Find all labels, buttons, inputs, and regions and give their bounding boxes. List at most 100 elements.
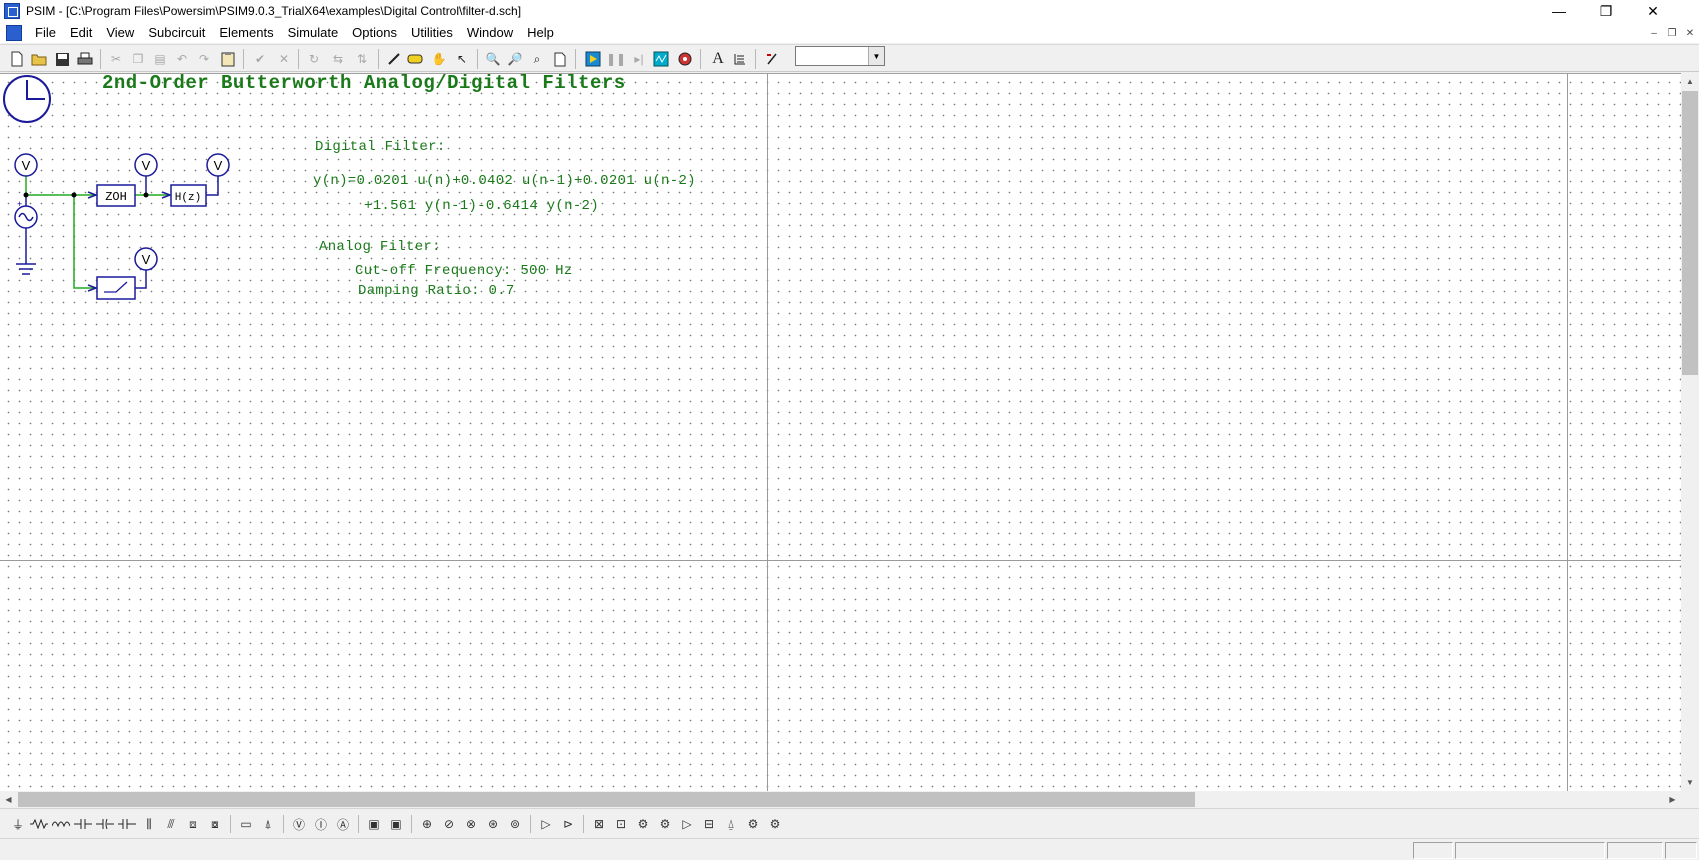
simview-icon[interactable] (651, 49, 671, 69)
paste-icon[interactable]: ▤ (150, 49, 170, 69)
label-tool-icon[interactable] (405, 49, 425, 69)
capacitor-element-icon[interactable] (73, 814, 93, 834)
wire-tool-icon[interactable] (384, 49, 404, 69)
print-icon[interactable] (75, 49, 95, 69)
resistor-element-icon[interactable] (29, 814, 49, 834)
analog-filter-label[interactable]: Analog Filter: (319, 239, 441, 255)
copy-icon[interactable]: ❐ (128, 49, 148, 69)
transformer-element-icon[interactable]: ⫼ (139, 814, 159, 834)
pan-hand-icon[interactable]: ✋ (429, 49, 449, 69)
voltage-probe-input[interactable]: V (14, 153, 38, 177)
gain-block-icon[interactable]: ▷ (677, 814, 697, 834)
zoom-area-icon[interactable]: ⌕ (527, 49, 547, 69)
horizontal-scroll-thumb[interactable] (18, 792, 1195, 807)
digital-filter-block[interactable]: H(z) (170, 184, 207, 207)
horizontal-scrollbar[interactable]: ◀ ▶ (0, 791, 1681, 808)
label-block-icon[interactable]: ⍙ (721, 814, 741, 834)
analog-cutoff-frequency[interactable]: Cut-off Frequency: 500 Hz (355, 263, 573, 279)
ammeter-element-icon[interactable]: Ⓐ (333, 814, 353, 834)
limiter-block-icon[interactable]: ⊟ (699, 814, 719, 834)
menu-edit[interactable]: Edit (63, 22, 99, 43)
doc-minimize-button[interactable]: – (1646, 26, 1662, 40)
document-icon[interactable] (6, 24, 22, 41)
multi-winding-transformer-icon[interactable]: ⧇ (205, 814, 225, 834)
schematic-canvas[interactable]: + ZOH H(z) V V V V 2nd-Order Butterworth… (0, 73, 1681, 791)
digital-filter-equation-line2[interactable]: +1.561 y(n-1)-0.6414 y(n-2) (364, 198, 599, 214)
redo-icon[interactable]: ↷ (194, 49, 214, 69)
flip-tb-icon[interactable]: ⇅ (352, 49, 372, 69)
scroll-right-icon[interactable]: ▶ (1664, 791, 1681, 808)
save-icon[interactable] (52, 49, 72, 69)
fit-page-icon[interactable] (550, 49, 570, 69)
voltage-probe-zoh[interactable]: V (134, 153, 158, 177)
text-tool-icon[interactable]: A (708, 49, 728, 69)
voltage-probe-element-icon[interactable]: Ⓥ (289, 814, 309, 834)
three-phase-transformer-icon[interactable]: ⧈ (183, 814, 203, 834)
undo-icon[interactable]: ↶ (172, 49, 192, 69)
integrator-icon[interactable]: ⚙ (655, 814, 675, 834)
check-icon[interactable]: ✔ (250, 49, 270, 69)
menu-utilities[interactable]: Utilities (404, 22, 460, 43)
view-combo-box[interactable]: ▼ (795, 46, 885, 66)
transfer-function-block-icon[interactable]: ⊡ (611, 814, 631, 834)
zoom-in-icon[interactable]: 🔍 (483, 49, 503, 69)
menu-file[interactable]: File (28, 22, 63, 43)
run-simulation-icon[interactable] (583, 49, 603, 69)
menu-subcircuit[interactable]: Subcircuit (141, 22, 212, 43)
square-source-icon[interactable]: ⊗ (461, 814, 481, 834)
digital-filter-equation-line1[interactable]: y(n)=0.0201 u(n)+0.0402 u(n-1)+0.0201 u(… (313, 173, 696, 189)
analog-damping-ratio[interactable]: Damping Ratio: 0.7 (358, 283, 515, 299)
ac-source-block-icon[interactable]: ▣ (386, 814, 406, 834)
triangle-source-icon[interactable]: ⊛ (483, 814, 503, 834)
electrolytic-capacitor-icon[interactable] (95, 814, 115, 834)
menu-options[interactable]: Options (345, 22, 404, 43)
menu-elements[interactable]: Elements (212, 22, 280, 43)
digital-filter-label[interactable]: Digital Filter: (315, 139, 446, 155)
chevron-down-icon[interactable]: ▼ (868, 47, 884, 65)
vertical-scroll-thumb[interactable] (1682, 91, 1698, 375)
op-amp-icon[interactable]: ⊳ (558, 814, 578, 834)
diode-element-icon[interactable]: ⍋ (258, 814, 278, 834)
pointer-tool-icon[interactable]: ↖ (452, 49, 472, 69)
rlc-branch-icon[interactable] (117, 814, 137, 834)
zoh-block[interactable]: ZOH (96, 184, 136, 207)
cut-icon[interactable]: ✂ (106, 49, 126, 69)
vertical-scrollbar[interactable]: ▲ ▼ (1681, 73, 1699, 791)
new-file-icon[interactable] (7, 49, 27, 69)
inductor-element-icon[interactable] (51, 814, 71, 834)
pi-controller-icon[interactable]: ⚙ (633, 814, 653, 834)
element-list-icon[interactable] (730, 49, 750, 69)
step-source-icon[interactable]: ⊚ (505, 814, 525, 834)
maximize-button[interactable]: ❐ (1583, 0, 1629, 22)
voltage-probe-digital[interactable]: V (206, 153, 230, 177)
comparator-icon[interactable]: ▷ (536, 814, 556, 834)
menu-view[interactable]: View (99, 22, 141, 43)
scope-icon[interactable] (675, 49, 695, 69)
pause-icon[interactable]: ❚❚ (606, 49, 626, 69)
doc-close-button[interactable]: ✕ (1682, 26, 1698, 40)
what-is-this-icon[interactable] (762, 49, 782, 69)
flip-lr-icon[interactable]: ⇆ (328, 49, 348, 69)
sine-source-icon[interactable]: ⊘ (439, 814, 459, 834)
ground-element-icon[interactable]: ⏚ (8, 814, 28, 834)
motor-block-icon[interactable]: ⚙ (743, 814, 763, 834)
scroll-left-icon[interactable]: ◀ (0, 791, 17, 808)
sensor-block-icon[interactable]: ⚙ (765, 814, 785, 834)
dc-source-block-icon[interactable]: ▣ (364, 814, 384, 834)
step-icon[interactable]: ▸| (629, 49, 649, 69)
menu-simulate[interactable]: Simulate (281, 22, 346, 43)
open-folder-icon[interactable] (29, 49, 49, 69)
zoom-out-icon[interactable]: 🔎 (505, 49, 525, 69)
cancel-icon[interactable]: ✕ (274, 49, 294, 69)
menu-help[interactable]: Help (520, 22, 561, 43)
switch-module-icon[interactable]: ▭ (236, 814, 256, 834)
close-button[interactable]: ✕ (1630, 0, 1676, 22)
summer-block-icon[interactable]: ⊠ (589, 814, 609, 834)
rotate-icon[interactable]: ↻ (304, 49, 324, 69)
schematic-heading[interactable]: 2nd-Order Butterworth Analog/Digital Fil… (102, 74, 626, 94)
scroll-down-icon[interactable]: ▼ (1681, 774, 1699, 791)
analog-lowpass-filter-block[interactable] (96, 276, 136, 300)
coupled-inductor-icon[interactable]: ⫻ (161, 814, 181, 834)
clipboard-icon[interactable] (218, 49, 238, 69)
voltage-probe-analog[interactable]: V (134, 247, 158, 271)
